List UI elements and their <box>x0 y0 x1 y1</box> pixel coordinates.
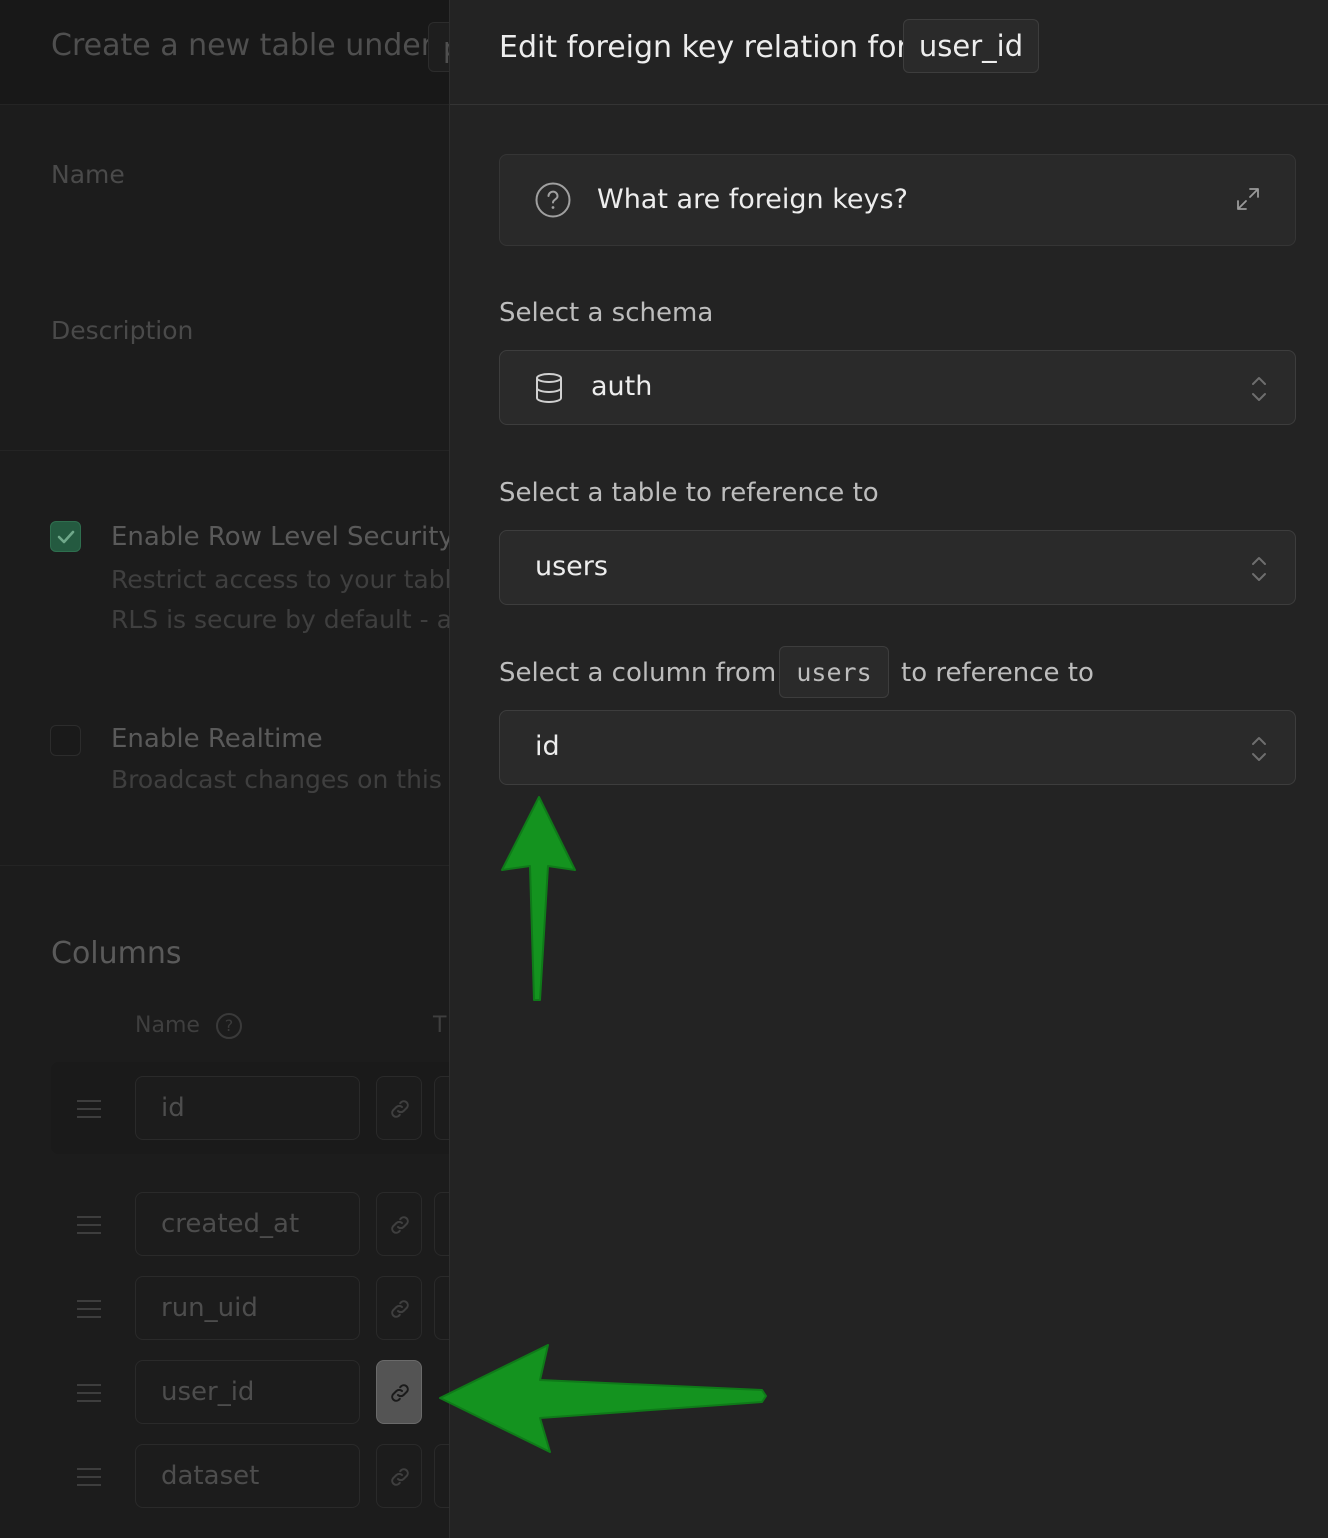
column-type-select[interactable] <box>434 1192 450 1256</box>
column-name-input[interactable]: id <box>135 1076 360 1140</box>
column-label-prefix: Select a column from <box>499 658 777 688</box>
column-name-input[interactable]: dataset <box>135 1444 360 1508</box>
drag-handle-icon[interactable] <box>77 1468 101 1486</box>
description-label: Description <box>51 316 194 345</box>
column-name-input[interactable]: user_id <box>135 1360 360 1424</box>
question-circle-icon <box>535 182 571 218</box>
drag-handle-icon[interactable] <box>77 1216 101 1234</box>
link-icon <box>391 1300 409 1318</box>
database-icon <box>536 373 562 403</box>
schema-select-value: auth <box>591 371 653 402</box>
column-name-input[interactable]: created_at <box>135 1192 360 1256</box>
realtime-checkbox[interactable] <box>50 725 81 756</box>
column-type-select[interactable] <box>434 1076 450 1140</box>
drag-handle-icon[interactable] <box>77 1384 101 1402</box>
schema-chip: p <box>428 22 450 72</box>
column-label-suffix: to reference to <box>901 658 1094 688</box>
name-label: Name <box>51 160 125 189</box>
divider <box>0 450 450 451</box>
check-icon <box>57 530 75 544</box>
columns-title: Columns <box>51 936 182 971</box>
create-table-panel: Create a new table under p Name Descript… <box>0 0 450 1538</box>
link-icon <box>391 1216 409 1234</box>
foreign-key-side-panel: Edit foreign key relation for user_id Wh… <box>449 0 1328 1538</box>
columns-header-name: Name <box>135 1013 200 1038</box>
link-icon <box>391 1468 409 1486</box>
rls-checkbox[interactable] <box>50 521 81 552</box>
column-type-select[interactable] <box>434 1444 450 1508</box>
side-panel-header: Edit foreign key relation for user_id <box>450 0 1328 105</box>
foreign-keys-info-card[interactable]: What are foreign keys? <box>499 154 1296 246</box>
chevron-up-down-icon <box>1252 377 1266 401</box>
link-icon <box>391 1100 409 1118</box>
info-card-text: What are foreign keys? <box>597 184 908 215</box>
side-panel-title: Edit foreign key relation for <box>499 30 909 65</box>
column-select[interactable]: id <box>499 710 1296 785</box>
table-select[interactable]: users <box>499 530 1296 605</box>
chevron-up-down-icon <box>1252 737 1266 761</box>
foreign-key-link-button[interactable] <box>376 1192 422 1256</box>
drag-handle-icon[interactable] <box>77 1300 101 1318</box>
foreign-key-link-button-active[interactable] <box>376 1360 422 1424</box>
rls-description-line1: Restrict access to your tabl <box>111 565 450 594</box>
column-select-value: id <box>535 731 560 762</box>
foreign-key-link-button[interactable] <box>376 1076 422 1140</box>
columns-header-type: T <box>433 1013 447 1038</box>
column-name-chip: user_id <box>903 19 1039 73</box>
link-icon <box>391 1384 409 1402</box>
rls-title: Enable Row Level Security <box>111 522 450 552</box>
schema-label: Select a schema <box>499 298 714 328</box>
realtime-title: Enable Realtime <box>111 724 323 754</box>
table-label: Select a table to reference to <box>499 478 879 508</box>
help-icon[interactable]: ? <box>216 1013 242 1039</box>
drag-handle-icon[interactable] <box>77 1100 101 1118</box>
column-name-input[interactable]: run_uid <box>135 1276 360 1340</box>
referenced-table-chip: users <box>779 646 889 698</box>
table-select-value: users <box>535 551 608 582</box>
chevron-up-down-icon <box>1252 557 1266 581</box>
realtime-description: Broadcast changes on this <box>111 765 442 794</box>
divider <box>0 865 450 866</box>
expand-icon[interactable] <box>1235 186 1261 212</box>
foreign-key-link-button[interactable] <box>376 1444 422 1508</box>
foreign-key-link-button[interactable] <box>376 1276 422 1340</box>
create-table-header: Create a new table under p <box>0 0 450 105</box>
create-table-title: Create a new table under <box>51 28 434 63</box>
schema-select[interactable]: auth <box>499 350 1296 425</box>
rls-description-line2: RLS is secure by default - a <box>111 605 450 634</box>
column-type-select[interactable] <box>434 1276 450 1340</box>
